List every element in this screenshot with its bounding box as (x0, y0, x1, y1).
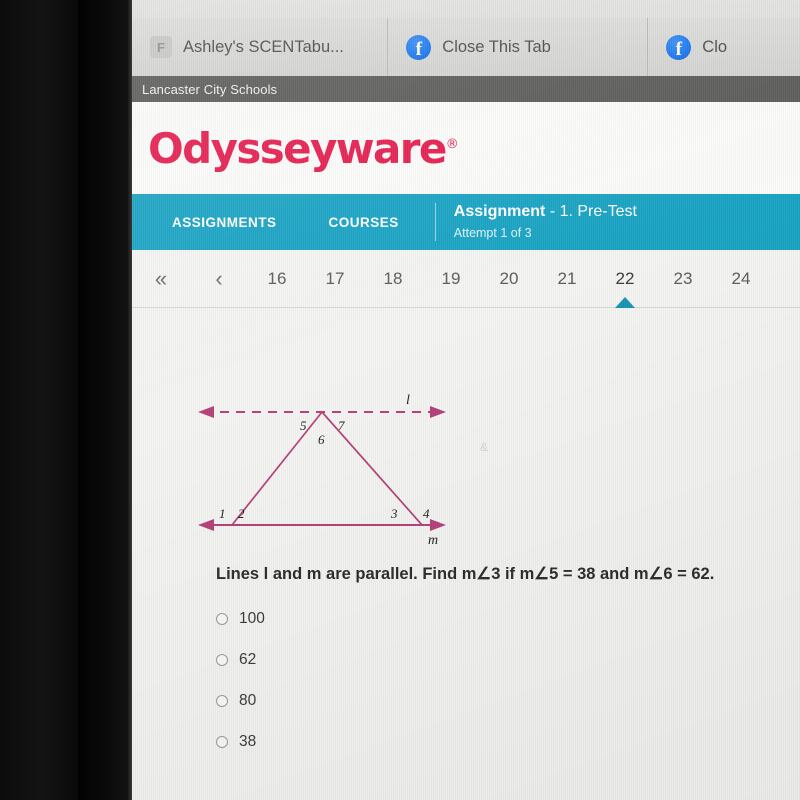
monitor-bezel-inner (78, 0, 132, 800)
angle-label-2: 2 (238, 506, 245, 521)
pagination-page-22-active[interactable]: 22 (596, 250, 654, 307)
assignment-name: - 1. Pre-Test (549, 203, 637, 221)
screen-artifact: & (480, 440, 489, 454)
browser-tab-2-title: Close This Tab (442, 37, 551, 56)
radio-button-icon[interactable] (216, 612, 228, 625)
answer-option-1-label: 100 (239, 609, 265, 627)
angle-label-4: 4 (423, 506, 430, 521)
geometry-diagram: 5 7 6 1 2 3 4 l m (194, 388, 474, 548)
angle-label-1: 1 (219, 506, 226, 521)
assignment-info: Assignment - 1. Pre-Test Attempt 1 of 3 (454, 202, 637, 241)
angle-label-5: 5 (300, 418, 307, 433)
triangle-left-side (231, 411, 323, 526)
pagination-prev-button[interactable]: ‹ (190, 266, 248, 292)
pagination-page-24[interactable]: 24 (712, 250, 770, 307)
screen-content: F Ashley's SCENTabu... f Close This Tab … (132, 0, 800, 800)
nav-item-courses[interactable]: COURSES (303, 215, 425, 230)
monitor-bezel-outer (0, 0, 78, 800)
radio-button-icon[interactable] (216, 735, 228, 748)
line-l-left-arrow (198, 406, 214, 418)
angle-label-3: 3 (390, 506, 398, 521)
browser-tab-2[interactable]: f Close This Tab (388, 18, 649, 76)
pagination-page-20[interactable]: 20 (480, 250, 538, 307)
odysseyware-logo[interactable]: Odysseyware® (148, 124, 459, 173)
answer-option-4[interactable]: 38 (216, 721, 636, 762)
answer-option-3-label: 80 (239, 691, 257, 709)
question-content-area: 5 7 6 1 2 3 4 l m & Lines l and m are pa… (132, 308, 800, 800)
pagination-page-19[interactable]: 19 (422, 250, 480, 307)
triangle-right-side (321, 411, 423, 526)
bookmark-lancaster-city-schools[interactable]: Lancaster City Schools (142, 82, 277, 97)
answer-option-2-label: 62 (239, 650, 257, 668)
radio-button-icon[interactable] (216, 653, 228, 666)
site-logo-band: Odysseyware® (132, 102, 800, 194)
radio-button-icon[interactable] (216, 694, 228, 707)
facebook-icon: f (666, 34, 692, 60)
line-m-right-arrow (430, 519, 446, 531)
question-prompt: Lines l and m are parallel. Find m∠3 if … (216, 565, 715, 583)
main-navigation-bar: ASSIGNMENTS COURSES Assignment - 1. Pre-… (132, 194, 800, 250)
nav-divider (434, 203, 436, 241)
pagination-page-23[interactable]: 23 (654, 250, 712, 307)
line-l-label: l (406, 393, 410, 408)
answer-option-3[interactable]: 80 (216, 680, 636, 721)
nav-item-assignments[interactable]: ASSIGNMENTS (146, 215, 303, 230)
line-m-label: m (428, 533, 438, 548)
assignment-title-row: Assignment - 1. Pre-Test (454, 202, 637, 223)
browser-tab-3[interactable]: f Clo (648, 18, 800, 76)
answer-option-1[interactable]: 100 (216, 598, 636, 639)
answer-option-2[interactable]: 62 (216, 639, 636, 680)
bookmarks-bar: Lancaster City Schools (132, 76, 800, 102)
geometry-diagram-svg: 5 7 6 1 2 3 4 l m (198, 393, 446, 548)
registered-trademark-icon: ® (445, 136, 459, 152)
facebook-icon: f (406, 34, 432, 60)
monitor-photo: F Ashley's SCENTabu... f Close This Tab … (0, 0, 800, 800)
line-l-right-arrow (430, 406, 446, 418)
browser-tab-strip: F Ashley's SCENTabu... f Close This Tab … (132, 0, 800, 76)
pagination-page-17[interactable]: 17 (306, 250, 364, 307)
answer-option-4-label: 38 (239, 732, 257, 750)
line-m-left-arrow (198, 519, 214, 531)
pagination-page-16[interactable]: 16 (248, 250, 306, 307)
angle-label-6: 6 (318, 432, 325, 447)
generic-favicon: F (150, 36, 172, 58)
answer-options-list: 100 62 80 38 (216, 598, 636, 762)
odysseyware-logo-text: Odysseyware (148, 123, 447, 173)
browser-tab-1[interactable]: F Ashley's SCENTabu... (132, 18, 389, 76)
pagination-first-button[interactable]: « (132, 266, 190, 292)
pagination-page-21[interactable]: 21 (538, 250, 596, 307)
browser-tab-1-title: Ashley's SCENTabu... (183, 37, 344, 56)
browser-tab-3-title: Clo (702, 37, 728, 56)
pagination-page-18[interactable]: 18 (364, 250, 422, 307)
assignment-attempt: Attempt 1 of 3 (453, 226, 532, 241)
question-pagination: « ‹ 16 17 18 19 20 21 22 23 24 (132, 250, 800, 308)
assignment-label: Assignment (453, 203, 546, 221)
angle-label-7: 7 (338, 418, 345, 433)
